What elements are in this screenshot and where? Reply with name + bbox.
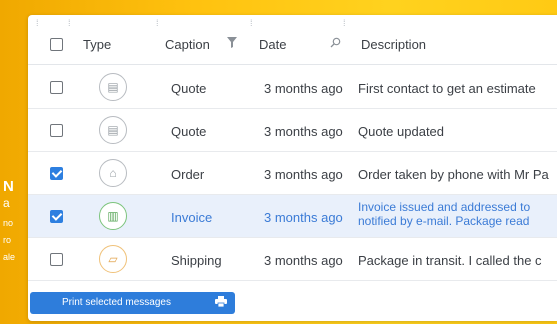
description-line: Invoice issued and addressed to (358, 200, 531, 214)
column-resize-handle[interactable]: ⁞ (343, 19, 346, 28)
document-icon: ▤ (99, 73, 127, 101)
document-icon: ▤ (99, 116, 127, 144)
filter-icon[interactable] (227, 37, 237, 51)
side-text-mid: a (3, 196, 10, 210)
date-cell: 3 months ago (264, 167, 343, 182)
side-text-big: N (3, 178, 14, 195)
description-cell: Quote updated (358, 124, 445, 139)
table-row[interactable]: ▥ Invoice 3 months ago Invoice issued an… (28, 195, 557, 238)
column-resize-handle[interactable]: ⁞ (250, 19, 253, 28)
print-selected-button[interactable]: Print selected messages (30, 292, 235, 314)
row-checkbox[interactable] (50, 167, 63, 180)
table-row[interactable]: ▱ Shipping 3 months ago Package in trans… (28, 238, 557, 281)
caption-cell: Invoice (171, 210, 213, 225)
side-text-line: ale (3, 252, 16, 262)
messages-panel: ⁞ ⁞ ⁞ ⁞ ⁞ Type Caption Date Description … (28, 15, 557, 321)
side-text-line: ro (3, 235, 12, 245)
table-row[interactable]: ▤ Quote 3 months ago Quote updated (28, 109, 557, 152)
date-cell: 3 months ago (264, 81, 343, 96)
printer-icon (215, 296, 227, 310)
row-checkbox[interactable] (50, 124, 63, 137)
print-button-label: Print selected messages (62, 297, 171, 308)
date-cell: 3 months ago (264, 210, 343, 225)
row-checkbox[interactable] (50, 81, 63, 94)
table-header: ⁞ ⁞ ⁞ ⁞ ⁞ Type Caption Date Description (28, 15, 557, 65)
table-row[interactable]: ▤ Quote 3 months ago First contact to ge… (28, 66, 557, 109)
date-cell: 3 months ago (264, 124, 343, 139)
caption-cell: Shipping (171, 253, 222, 268)
column-header-type[interactable]: Type (83, 37, 111, 52)
column-resize-handle[interactable]: ⁞ (68, 19, 71, 28)
caption-cell: Quote (171, 81, 207, 96)
column-resize-handle[interactable]: ⁞ (156, 19, 159, 28)
row-checkbox[interactable] (50, 210, 63, 223)
description-cell: Order taken by phone with Mr Pa (358, 167, 549, 182)
description-cell: Invoice issued and addressed to notified… (358, 200, 530, 228)
table-row[interactable]: ⌂ Order 3 months ago Order taken by phon… (28, 152, 557, 195)
description-line: notified by e-mail. Package read (358, 214, 530, 228)
column-header-description[interactable]: Description (361, 37, 426, 52)
order-tag-icon: ⌂ (99, 159, 127, 187)
invoice-icon: ▥ (99, 202, 127, 230)
description-cell: Package in transit. I called the c (358, 253, 542, 268)
column-header-caption[interactable]: Caption (165, 37, 210, 52)
row-checkbox[interactable] (50, 253, 63, 266)
select-all-checkbox[interactable] (50, 38, 63, 51)
description-cell: First contact to get an estimate (358, 81, 536, 96)
column-header-date[interactable]: Date (259, 37, 286, 52)
caption-cell: Quote (171, 124, 207, 139)
caption-cell: Order (171, 167, 205, 182)
side-text-line: no (3, 218, 14, 228)
shipping-icon: ▱ (99, 245, 127, 273)
column-resize-handle[interactable]: ⁞ (36, 19, 39, 28)
search-icon[interactable] (330, 37, 341, 51)
date-cell: 3 months ago (264, 253, 343, 268)
